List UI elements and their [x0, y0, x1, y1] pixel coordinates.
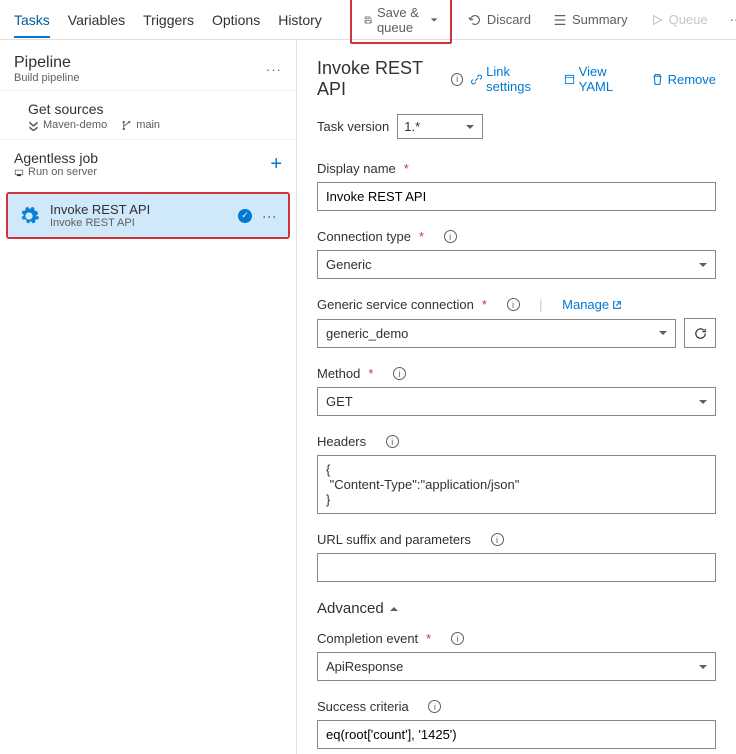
task-title: Invoke REST API — [50, 202, 228, 217]
info-icon[interactable]: i — [451, 73, 463, 86]
service-connection-label: Generic service connection — [317, 297, 474, 312]
discard-button[interactable]: Discard — [462, 8, 537, 31]
info-icon[interactable]: i — [386, 435, 399, 448]
discard-label: Discard — [487, 12, 531, 27]
manage-link[interactable]: Manage — [562, 297, 622, 312]
repo-icon — [28, 120, 39, 131]
queue-button[interactable]: Queue — [644, 8, 714, 31]
completion-event-label: Completion event — [317, 631, 418, 646]
toolbar: Save & queue Discard Summary Queue ··· — [350, 0, 736, 44]
server-icon — [14, 167, 24, 177]
info-icon[interactable]: i — [393, 367, 406, 380]
pipeline-subtitle: Build pipeline — [14, 72, 79, 84]
display-name-label: Display name — [317, 161, 396, 176]
task-subtitle: Invoke REST API — [50, 217, 228, 229]
remove-link[interactable]: Remove — [651, 64, 716, 94]
play-icon — [650, 13, 664, 27]
external-link-icon — [612, 300, 622, 310]
refresh-button[interactable] — [684, 318, 716, 348]
task-version-label: Task version — [317, 119, 389, 134]
view-yaml-label: View YAML — [579, 64, 635, 94]
display-name-input[interactable] — [317, 182, 716, 211]
branch-name: main — [136, 119, 160, 131]
agentless-job-title: Agentless job — [14, 150, 98, 166]
advanced-label: Advanced — [317, 600, 384, 617]
link-settings-label: Link settings — [486, 64, 547, 94]
get-sources-title: Get sources — [28, 101, 282, 117]
connection-type-label: Connection type — [317, 229, 411, 244]
add-task-button[interactable]: + — [270, 153, 282, 176]
method-select[interactable]: GET — [317, 387, 716, 416]
success-criteria-label: Success criteria — [317, 699, 409, 714]
more-button[interactable]: ··· — [724, 8, 736, 31]
left-panel: Pipeline Build pipeline ··· Get sources … — [0, 40, 297, 754]
connection-type-select[interactable]: Generic — [317, 250, 716, 279]
tab-tasks[interactable]: Tasks — [14, 2, 50, 38]
repo-name: Maven-demo — [43, 119, 107, 131]
view-yaml-link[interactable]: View YAML — [564, 64, 635, 94]
trash-icon — [651, 73, 664, 86]
chevron-up-icon — [390, 600, 398, 617]
branch-indicator: main — [121, 119, 160, 131]
top-bar: Tasks Variables Triggers Options History… — [0, 0, 736, 40]
completion-event-select[interactable]: ApiResponse — [317, 652, 716, 681]
tab-strip: Tasks Variables Triggers Options History — [14, 2, 322, 38]
info-icon[interactable]: i — [451, 632, 464, 645]
queue-label: Queue — [669, 12, 708, 27]
link-icon — [471, 73, 482, 86]
save-queue-button[interactable]: Save & queue — [358, 1, 444, 39]
save-queue-label: Save & queue — [377, 5, 425, 35]
advanced-section-toggle[interactable]: Advanced — [317, 600, 716, 617]
list-icon — [553, 13, 567, 27]
task-status-check-icon: ✓ — [238, 209, 252, 223]
pipeline-header[interactable]: Pipeline Build pipeline ··· — [0, 40, 296, 90]
headers-textarea[interactable]: { "Content-Type":"application/json" } — [317, 455, 716, 514]
task-more-button[interactable]: ⋮ — [262, 210, 278, 222]
repo-indicator: Maven-demo — [28, 119, 107, 131]
agentless-job-row[interactable]: Agentless job Run on server + — [0, 139, 296, 186]
get-sources-row[interactable]: Get sources Maven-demo main — [0, 90, 296, 139]
required-marker: * — [404, 161, 409, 176]
url-suffix-input[interactable] — [317, 553, 716, 582]
right-panel: Invoke REST API i Link settings View YAM… — [297, 40, 736, 754]
headers-label: Headers — [317, 434, 366, 449]
url-suffix-label: URL suffix and parameters — [317, 532, 471, 547]
undo-icon — [468, 13, 482, 27]
task-row-invoke-rest-api[interactable]: Invoke REST API Invoke REST API ✓ ⋮ — [8, 194, 288, 237]
pipeline-title: Pipeline — [14, 54, 79, 72]
success-criteria-input[interactable] — [317, 720, 716, 749]
tab-history[interactable]: History — [278, 2, 322, 38]
branch-icon — [121, 120, 132, 131]
info-icon[interactable]: i — [444, 230, 457, 243]
agentless-job-sub: Run on server — [28, 166, 97, 178]
info-icon[interactable]: i — [507, 298, 520, 311]
yaml-icon — [564, 73, 575, 86]
save-queue-highlight: Save & queue — [350, 0, 452, 44]
method-label: Method — [317, 366, 360, 381]
tab-variables[interactable]: Variables — [68, 2, 125, 38]
tab-options[interactable]: Options — [212, 2, 260, 38]
service-connection-select[interactable]: generic_demo — [317, 319, 676, 348]
task-selected-highlight: Invoke REST API Invoke REST API ✓ ⋮ — [6, 192, 290, 239]
task-version-select[interactable]: 1.* — [397, 114, 483, 139]
link-settings-link[interactable]: Link settings — [471, 64, 548, 94]
save-icon — [364, 13, 372, 27]
info-icon[interactable]: i — [491, 533, 504, 546]
refresh-icon — [693, 326, 708, 341]
remove-label: Remove — [668, 72, 716, 87]
pipeline-more-button[interactable]: ··· — [266, 62, 282, 77]
summary-label: Summary — [572, 12, 628, 27]
info-icon[interactable]: i — [428, 700, 441, 713]
tab-triggers[interactable]: Triggers — [143, 2, 194, 38]
task-gear-icon — [18, 205, 40, 227]
chevron-down-icon — [430, 13, 438, 27]
summary-button[interactable]: Summary — [547, 8, 634, 31]
panel-title: Invoke REST API — [317, 58, 443, 100]
